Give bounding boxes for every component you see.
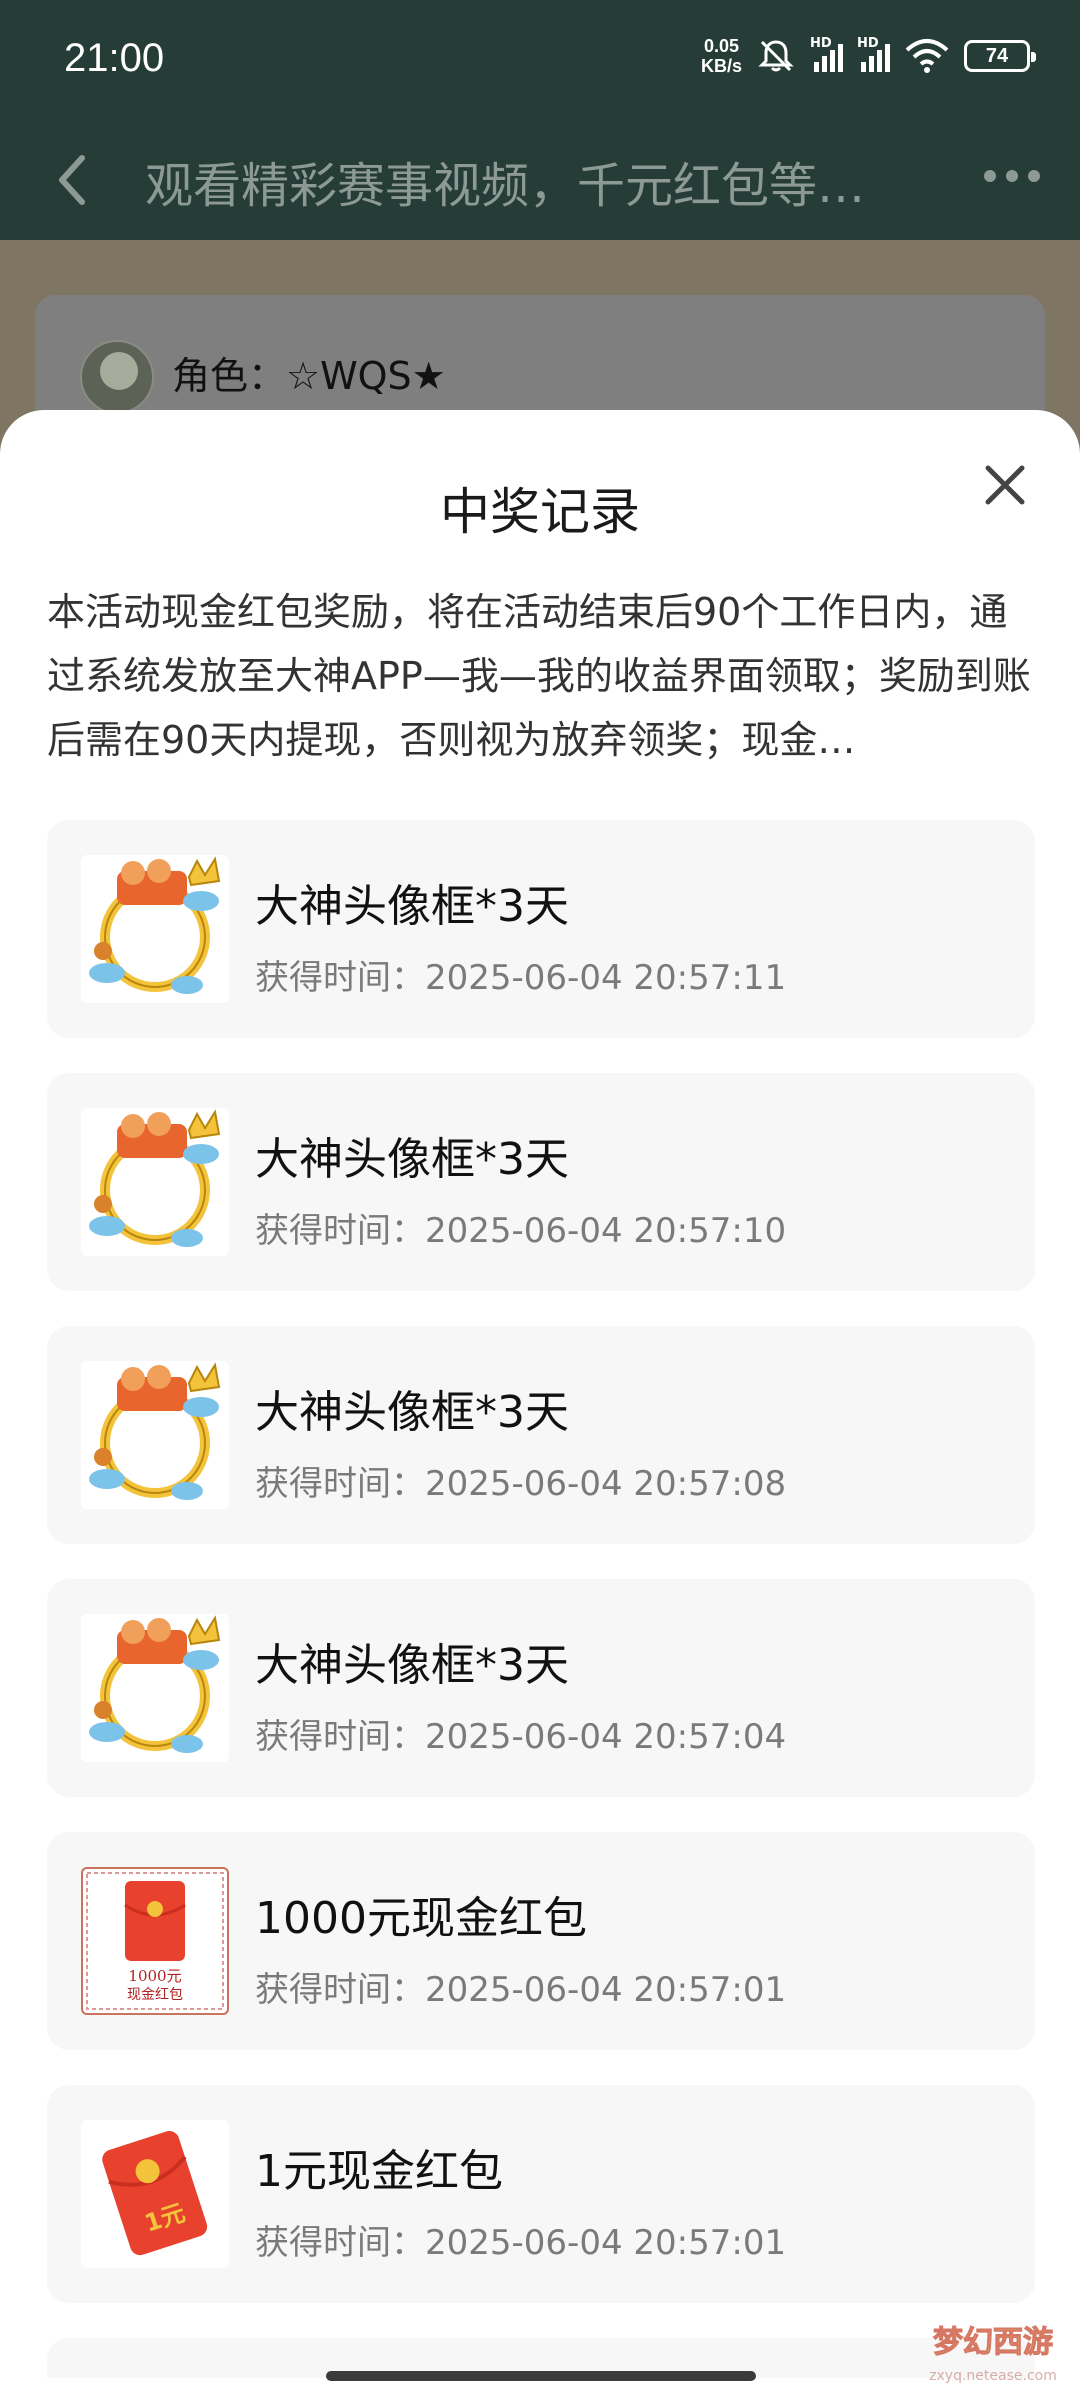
list-item: 大神头像框*3天 获得时间：2025-06-04 20:57:04 (47, 1579, 1035, 1797)
envelope-label-text: 现金红包 (127, 1987, 183, 2003)
status-icons: 0.05 KB/s HD HD 74 (700, 36, 1036, 76)
record-name: 1000元现金红包 (255, 1893, 587, 1944)
list-item: 1000元 现金红包 1000元现金红包 获得时间：2025-06-04 20:… (47, 1832, 1035, 2050)
avatar-frame-thumbnail (81, 1361, 229, 1509)
status-bar: 21:00 0.05 KB/s HD HD 74 (0, 0, 1080, 120)
sheet-title: 中奖记录 (440, 483, 640, 541)
avatar (80, 340, 154, 414)
activity-notice: 本活动现金红包奖励，将在活动结束后90个工作日内，通过系统发放至大神APP—我—… (47, 590, 1031, 762)
more-dots-icon[interactable] (984, 170, 1040, 182)
wifi-icon (905, 39, 949, 73)
avatar-frame-thumbnail (81, 1108, 229, 1256)
close-icon[interactable] (982, 462, 1028, 508)
avatar-frame-icon (89, 1615, 221, 1753)
record-name: 大神头像框*3天 (255, 881, 569, 932)
red-envelope-icon: 1000元 现金红包 (86, 1872, 224, 2010)
avatar-frame-thumbnail (81, 1614, 229, 1762)
svg-text:zxyq.netease.com: zxyq.netease.com (929, 2368, 1057, 2384)
envelope-amount-text: 1000元 (128, 1967, 181, 1985)
mute-icon (758, 40, 794, 72)
role-label: 角色：☆WQS★ (172, 354, 446, 398)
avatar-frame-icon (89, 1362, 221, 1500)
page-title: 观看精彩赛事视频，千元红包等… (145, 158, 866, 214)
red-envelope-thumbnail: 1元 (81, 2120, 229, 2268)
record-name: 大神头像框*3天 (255, 1134, 569, 1185)
avatar-frame-thumbnail (81, 855, 229, 1003)
record-list: 大神头像框*3天 获得时间：2025-06-04 20:57:11 大神头像框*… (47, 820, 1035, 2378)
record-name: 大神头像框*3天 (255, 1640, 569, 1691)
battery-icon: 74 (964, 40, 1036, 72)
back-arrow-icon[interactable] (44, 144, 104, 216)
svg-text:梦幻西游: 梦幻西游 (933, 2325, 1053, 2360)
record-time: 获得时间：2025-06-04 20:57:10 (255, 1211, 787, 1251)
app-header: 观看精彩赛事视频，千元红包等… (0, 120, 1080, 240)
red-envelope-thumbnail: 1000元 现金红包 (81, 1867, 229, 2015)
record-time: 获得时间：2025-06-04 20:57:08 (255, 1464, 787, 1504)
status-time: 21:00 (64, 36, 165, 80)
record-time: 获得时间：2025-06-04 20:57:04 (255, 1717, 787, 1757)
signal-icon: HD (810, 36, 843, 72)
list-item: 1元 1元现金红包 获得时间：2025-06-04 20:57:01 (47, 2085, 1035, 2303)
prize-record-sheet: 中奖记录 本活动现金红包奖励，将在活动结束后90个工作日内，通过系统发放至大神A… (0, 410, 1080, 2400)
avatar-frame-icon (89, 1109, 221, 1247)
red-envelope-icon: 1元 (102, 2130, 208, 2256)
signal-icon: HD (857, 36, 890, 72)
record-time: 获得时间：2025-06-04 20:57:11 (255, 958, 787, 998)
list-item: 大神头像框*3天 获得时间：2025-06-04 20:57:08 (47, 1326, 1035, 1544)
watermark-logo: 梦幻西游 zxyq.netease.com (929, 2325, 1057, 2385)
list-item: 大神头像框*3天 获得时间：2025-06-04 20:57:10 (47, 1073, 1035, 1291)
record-time: 获得时间：2025-06-04 20:57:01 (255, 2223, 787, 2263)
network-speed: 0.05 KB/s (700, 36, 742, 76)
record-name: 大神头像框*3天 (255, 1387, 569, 1438)
list-item: 大神头像框*3天 获得时间：2025-06-04 20:57:11 (47, 820, 1035, 1038)
avatar-frame-icon (89, 856, 221, 994)
record-name: 1元现金红包 (255, 2146, 503, 2197)
home-indicator[interactable] (326, 2371, 756, 2381)
record-time: 获得时间：2025-06-04 20:57:01 (255, 1970, 787, 2010)
